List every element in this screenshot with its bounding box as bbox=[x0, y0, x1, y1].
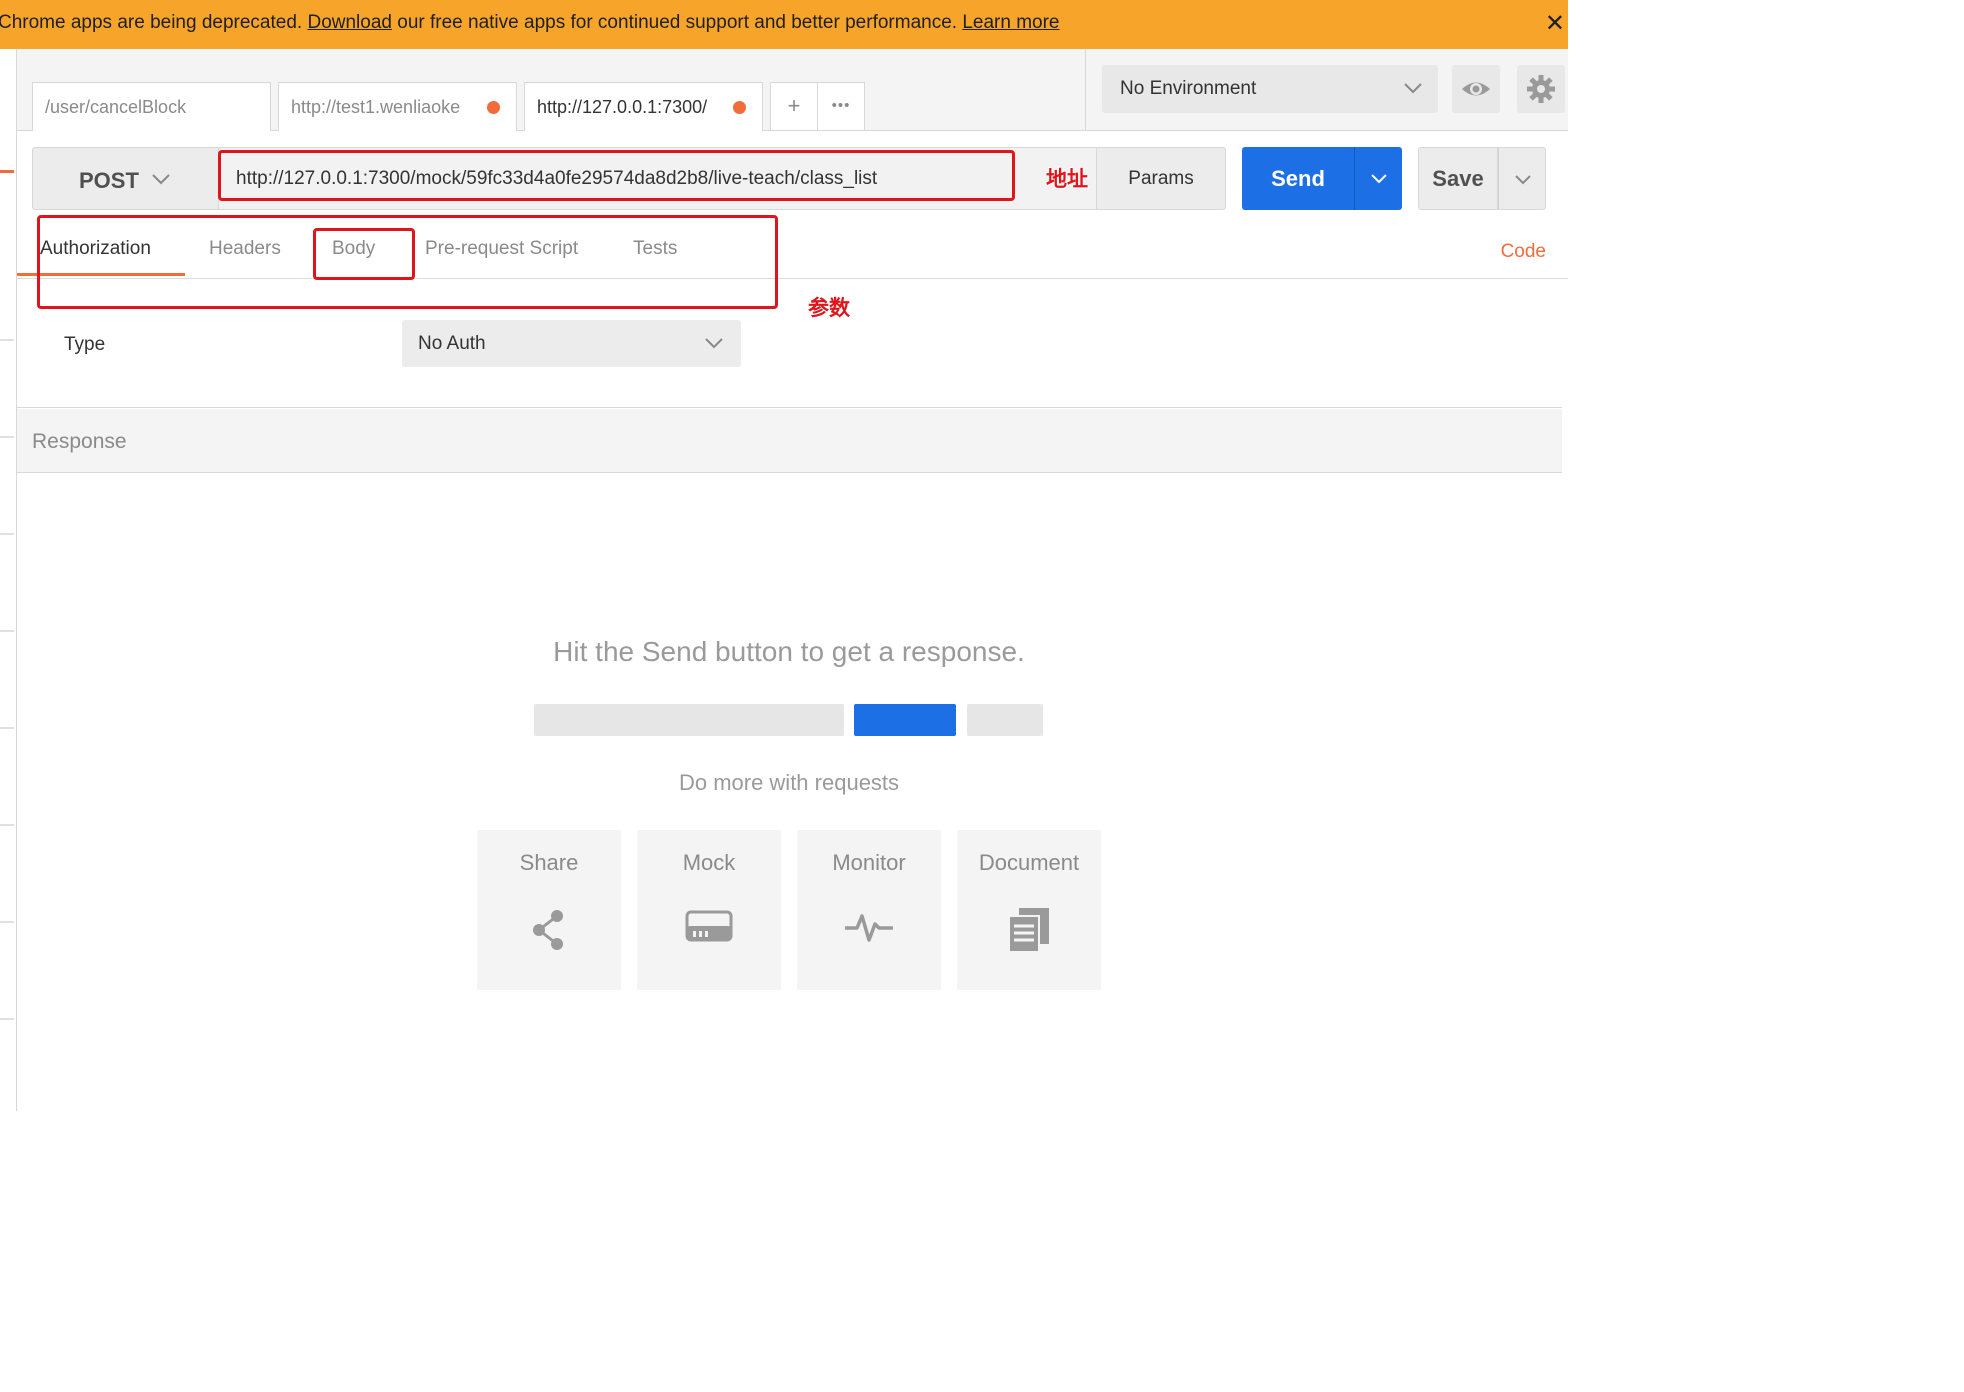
environment-select[interactable]: No Environment bbox=[1102, 65, 1438, 113]
request-tab-active[interactable]: http://127.0.0.1:7300/ bbox=[524, 82, 763, 132]
url-input[interactable]: http://127.0.0.1:7300/mock/59fc33d4a0fe2… bbox=[218, 147, 1098, 210]
close-icon[interactable]: ✕ bbox=[1545, 9, 1565, 38]
chevron-down-icon bbox=[1404, 83, 1422, 94]
request-tab-label: http://test1.wenliaoke bbox=[291, 97, 461, 117]
unsaved-dot-icon bbox=[487, 101, 500, 114]
deprecation-banner: Chrome apps are being deprecated. Downlo… bbox=[0, 0, 1568, 49]
request-tab-label: /user/cancelBlock bbox=[45, 97, 187, 117]
placeholder-bar bbox=[534, 704, 844, 736]
placeholder-bar bbox=[967, 704, 1043, 736]
eye-button[interactable] bbox=[1452, 65, 1500, 113]
request-bar: POST http://127.0.0.1:7300/mock/59fc33d4… bbox=[17, 131, 1568, 211]
request-tab[interactable]: http://test1.wenliaoke bbox=[278, 82, 517, 131]
request-tab-label: http://127.0.0.1:7300/ bbox=[537, 97, 708, 117]
sidebar-divider bbox=[0, 630, 14, 632]
placeholder-bar-primary bbox=[854, 704, 956, 736]
settings-button[interactable] bbox=[1517, 65, 1565, 113]
request-tab-strip: /user/cancelBlock http://test1.wenliaoke… bbox=[17, 49, 1085, 132]
tab-pre-request-script[interactable]: Pre-request Script bbox=[425, 238, 578, 260]
sidebar-divider bbox=[0, 533, 14, 535]
chevron-down-icon bbox=[152, 174, 170, 185]
tab-authorization[interactable]: Authorization bbox=[40, 238, 151, 260]
response-title: Response bbox=[32, 430, 127, 453]
eye-icon bbox=[1462, 82, 1490, 96]
share-card[interactable]: Share bbox=[477, 830, 621, 990]
monitor-card[interactable]: Monitor bbox=[797, 830, 941, 990]
auth-type-row: Type No Auth bbox=[17, 280, 1562, 408]
tab-body[interactable]: Body bbox=[332, 238, 375, 260]
sidebar-divider bbox=[0, 436, 14, 438]
server-icon bbox=[685, 910, 733, 942]
gear-icon bbox=[1527, 75, 1555, 103]
pulse-icon bbox=[845, 914, 893, 942]
send-button[interactable]: Send bbox=[1242, 147, 1354, 210]
sidebar-divider bbox=[0, 727, 14, 729]
chevron-down-icon bbox=[1371, 174, 1387, 184]
sidebar-active-marker bbox=[0, 170, 14, 173]
sidebar-edge[interactable] bbox=[0, 49, 17, 1111]
download-link[interactable]: Download bbox=[307, 12, 392, 33]
code-link[interactable]: Code bbox=[1501, 241, 1546, 263]
document-card[interactable]: Document bbox=[957, 830, 1101, 990]
type-label: Type bbox=[64, 334, 106, 355]
active-tab-underline bbox=[17, 273, 185, 276]
auth-type-select[interactable]: No Auth bbox=[402, 320, 741, 367]
tab-tests[interactable]: Tests bbox=[633, 238, 677, 260]
tab-headers[interactable]: Headers bbox=[209, 238, 281, 260]
more-tabs-button[interactable]: ••• bbox=[817, 82, 865, 131]
mock-card[interactable]: Mock bbox=[637, 830, 781, 990]
response-header: Response bbox=[17, 409, 1562, 473]
request-subtabs: Authorization Headers Body Pre-request S… bbox=[17, 211, 1568, 279]
sidebar-divider bbox=[0, 1018, 14, 1020]
chevron-down-icon bbox=[1515, 175, 1531, 185]
banner-message: Chrome apps are being deprecated. Downlo… bbox=[0, 12, 1060, 33]
save-button[interactable]: Save bbox=[1418, 147, 1498, 210]
url-annotation-label: 地址 bbox=[1046, 167, 1088, 191]
document-icon bbox=[1008, 908, 1049, 953]
save-options-button[interactable] bbox=[1498, 147, 1546, 210]
environment-bar: No Environment bbox=[1085, 49, 1568, 131]
params-annotation-label: 参数 bbox=[808, 296, 850, 320]
do-more-heading: Do more with requests bbox=[678, 770, 900, 795]
sidebar-divider bbox=[0, 921, 14, 923]
learn-more-link[interactable]: Learn more bbox=[962, 12, 1059, 33]
sidebar-divider bbox=[0, 339, 14, 341]
share-icon bbox=[533, 910, 563, 950]
params-button[interactable]: Params bbox=[1096, 147, 1226, 210]
new-tab-button[interactable]: + bbox=[770, 82, 818, 131]
unsaved-dot-icon bbox=[733, 101, 746, 114]
chevron-down-icon bbox=[705, 338, 723, 349]
method-select[interactable]: POST bbox=[32, 147, 218, 210]
empty-response-title: Hit the Send button to get a response. bbox=[553, 636, 1025, 667]
request-tab[interactable]: /user/cancelBlock bbox=[32, 82, 271, 131]
sidebar-divider bbox=[0, 824, 14, 826]
send-options-button[interactable] bbox=[1354, 147, 1402, 210]
